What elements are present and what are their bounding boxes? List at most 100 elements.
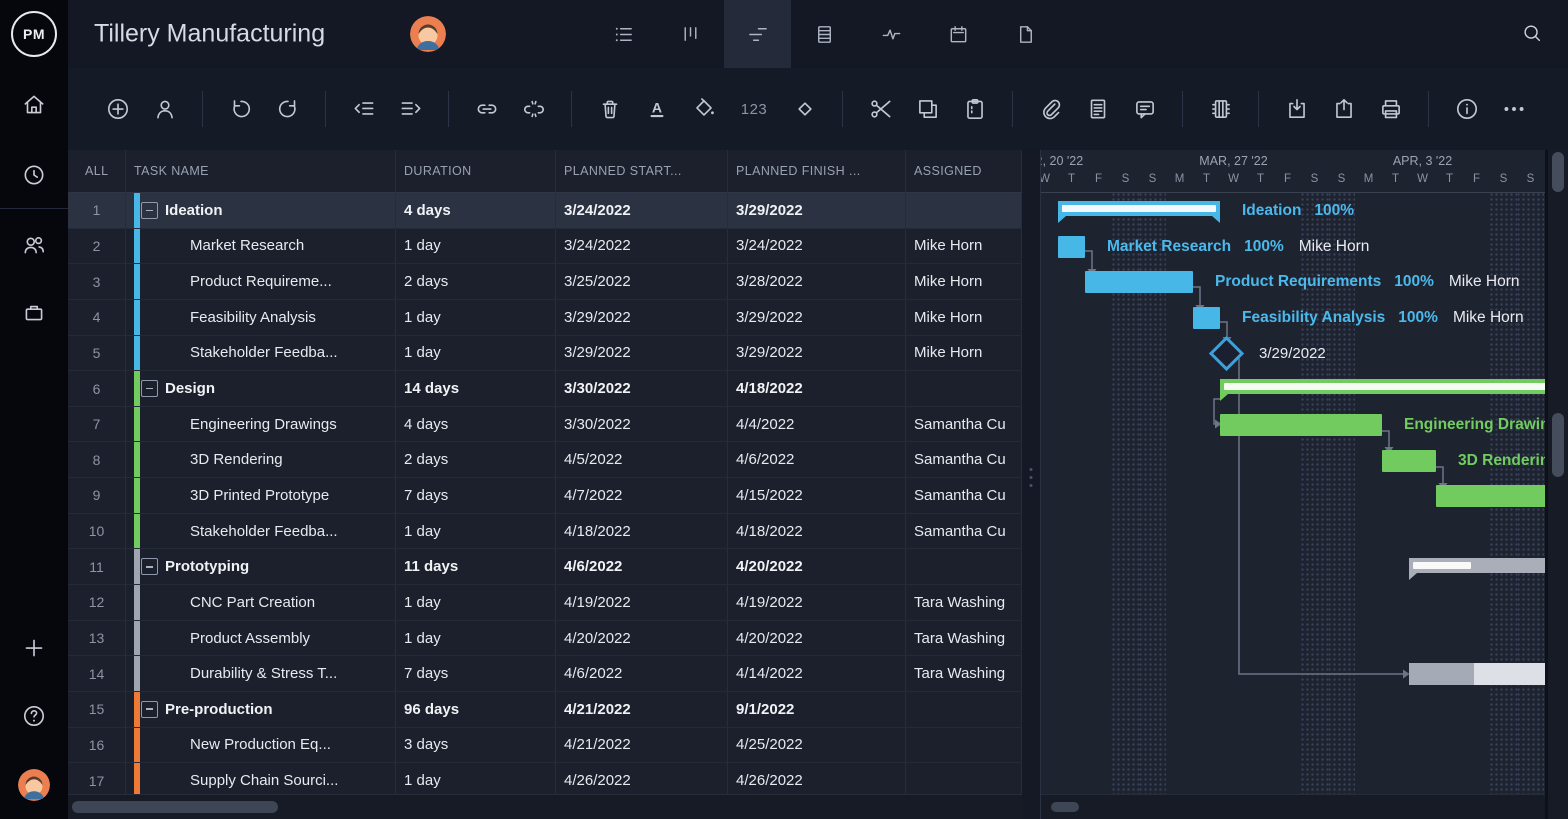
task-name-cell[interactable]: Design: [126, 371, 396, 406]
task-name-cell[interactable]: Feasibility Analysis: [126, 300, 396, 335]
task-bar[interactable]: [1085, 271, 1193, 293]
task-name-cell[interactable]: Ideation: [126, 193, 396, 228]
print-button[interactable]: [1377, 96, 1404, 123]
assigned-cell[interactable]: Mike Horn: [906, 264, 1022, 299]
project-avatar[interactable]: [410, 16, 446, 52]
duration-cell[interactable]: 3 days: [396, 728, 556, 763]
finish-cell[interactable]: 4/4/2022: [728, 407, 906, 442]
finish-cell[interactable]: 3/24/2022: [728, 229, 906, 264]
table-row-4[interactable]: 4Feasibility Analysis1 day3/29/20223/29/…: [68, 300, 1022, 336]
duration-cell[interactable]: 1 day: [396, 585, 556, 620]
redo-button[interactable]: [274, 96, 301, 123]
assigned-cell[interactable]: Samantha Cu: [906, 442, 1022, 477]
duration-cell[interactable]: 14 days: [396, 371, 556, 406]
tab-document-view[interactable]: [992, 0, 1059, 68]
task-bar[interactable]: [1436, 485, 1545, 507]
panel-resize-handle[interactable]: [1022, 150, 1040, 819]
undo-button[interactable]: [227, 96, 254, 123]
finish-cell[interactable]: 4/14/2022: [728, 656, 906, 691]
finish-cell[interactable]: 4/18/2022: [728, 514, 906, 549]
task-name-cell[interactable]: Market Research: [126, 229, 396, 264]
tab-board-view[interactable]: [657, 0, 724, 68]
table-row-12[interactable]: 12CNC Part Creation1 day4/19/20224/19/20…: [68, 585, 1022, 621]
task-bar[interactable]: [1382, 450, 1436, 472]
table-row-8[interactable]: 83D Rendering2 days4/5/20224/6/2022Saman…: [68, 442, 1022, 478]
delete-task-button[interactable]: [596, 96, 623, 123]
task-name-cell[interactable]: 3D Rendering: [126, 442, 396, 477]
column-header-num[interactable]: ALL: [68, 150, 126, 192]
pm-logo[interactable]: PM: [11, 11, 57, 57]
start-cell[interactable]: 4/20/2022: [556, 621, 728, 656]
column-header-start[interactable]: PLANNED START...: [556, 150, 728, 192]
task-name-cell[interactable]: Product Requireme...: [126, 264, 396, 299]
collapse-icon[interactable]: [141, 558, 158, 575]
finish-cell[interactable]: 4/6/2022: [728, 442, 906, 477]
table-row-11[interactable]: 11Prototyping11 days4/6/20224/20/2022: [68, 549, 1022, 585]
table-row-10[interactable]: 10Stakeholder Feedba...1 day4/18/20224/1…: [68, 514, 1022, 550]
start-cell[interactable]: 4/21/2022: [556, 692, 728, 727]
column-header-duration[interactable]: DURATION: [396, 150, 556, 192]
duration-cell[interactable]: 2 days: [396, 442, 556, 477]
assigned-cell[interactable]: Samantha Cu: [906, 514, 1022, 549]
table-row-3[interactable]: 3Product Requireme...2 days3/25/20223/28…: [68, 264, 1022, 300]
table-row-2[interactable]: 2Market Research1 day3/24/20223/24/2022M…: [68, 229, 1022, 265]
column-header-name[interactable]: TASK NAME: [126, 150, 396, 192]
table-row-9[interactable]: 93D Printed Prototype7 days4/7/20224/15/…: [68, 478, 1022, 514]
attachment-button[interactable]: [1037, 96, 1064, 123]
task-name-cell[interactable]: Stakeholder Feedba...: [126, 336, 396, 371]
duration-cell[interactable]: 1 day: [396, 621, 556, 656]
task-name-cell[interactable]: Pre-production: [126, 692, 396, 727]
summary-bar[interactable]: [1409, 558, 1545, 573]
start-cell[interactable]: 3/24/2022: [556, 193, 728, 228]
milestone-diamond[interactable]: [1208, 335, 1243, 370]
notes-button[interactable]: [1084, 96, 1111, 123]
task-name-cell[interactable]: Prototyping: [126, 549, 396, 584]
start-cell[interactable]: 3/30/2022: [556, 407, 728, 442]
start-cell[interactable]: 3/30/2022: [556, 371, 728, 406]
task-name-cell[interactable]: Engineering Drawings: [126, 407, 396, 442]
summary-bar[interactable]: [1058, 201, 1220, 216]
table-hscrollbar-thumb[interactable]: [72, 801, 278, 813]
assigned-cell[interactable]: [906, 728, 1022, 763]
assigned-cell[interactable]: Tara Washing: [906, 656, 1022, 691]
duration-cell[interactable]: 1 day: [396, 336, 556, 371]
finish-cell[interactable]: 4/20/2022: [728, 621, 906, 656]
assigned-cell[interactable]: Samantha Cu: [906, 478, 1022, 513]
assigned-cell[interactable]: Mike Horn: [906, 336, 1022, 371]
portfolio-icon[interactable]: [21, 300, 47, 326]
link-tasks-button[interactable]: [473, 96, 500, 123]
duration-cell[interactable]: 1 day: [396, 229, 556, 264]
column-header-assigned[interactable]: ASSIGNED: [906, 150, 1022, 192]
task-bar[interactable]: [1058, 236, 1085, 258]
assigned-cell[interactable]: [906, 549, 1022, 584]
finish-cell[interactable]: 3/29/2022: [728, 300, 906, 335]
finish-cell[interactable]: 4/20/2022: [728, 549, 906, 584]
fill-color-button[interactable]: [690, 96, 717, 123]
duration-cell[interactable]: 4 days: [396, 407, 556, 442]
column-header-finish[interactable]: PLANNED FINISH ...: [728, 150, 906, 192]
finish-cell[interactable]: 3/28/2022: [728, 264, 906, 299]
tab-calendar-view[interactable]: [925, 0, 992, 68]
gantt-vscrollbar-thumb[interactable]: [1552, 152, 1564, 192]
manage-columns-button[interactable]: [1207, 96, 1234, 123]
task-bar[interactable]: [1220, 414, 1382, 436]
finish-cell[interactable]: 4/26/2022: [728, 763, 906, 798]
add-task-button[interactable]: [104, 96, 131, 123]
finish-cell[interactable]: 3/29/2022: [728, 193, 906, 228]
duration-cell[interactable]: 96 days: [396, 692, 556, 727]
start-cell[interactable]: 4/6/2022: [556, 656, 728, 691]
task-name-cell[interactable]: New Production Eq...: [126, 728, 396, 763]
duration-cell[interactable]: 1 day: [396, 763, 556, 798]
start-cell[interactable]: 3/29/2022: [556, 300, 728, 335]
task-bar[interactable]: [1193, 307, 1220, 329]
assigned-cell[interactable]: Samantha Cu: [906, 407, 1022, 442]
assigned-cell[interactable]: Tara Washing: [906, 585, 1022, 620]
assigned-cell[interactable]: Tara Washing: [906, 621, 1022, 656]
finish-cell[interactable]: 4/19/2022: [728, 585, 906, 620]
assigned-cell[interactable]: [906, 692, 1022, 727]
start-cell[interactable]: 4/26/2022: [556, 763, 728, 798]
start-cell[interactable]: 4/7/2022: [556, 478, 728, 513]
export-button[interactable]: [1330, 96, 1357, 123]
comment-button[interactable]: [1131, 96, 1158, 123]
info-button[interactable]: [1453, 96, 1480, 123]
